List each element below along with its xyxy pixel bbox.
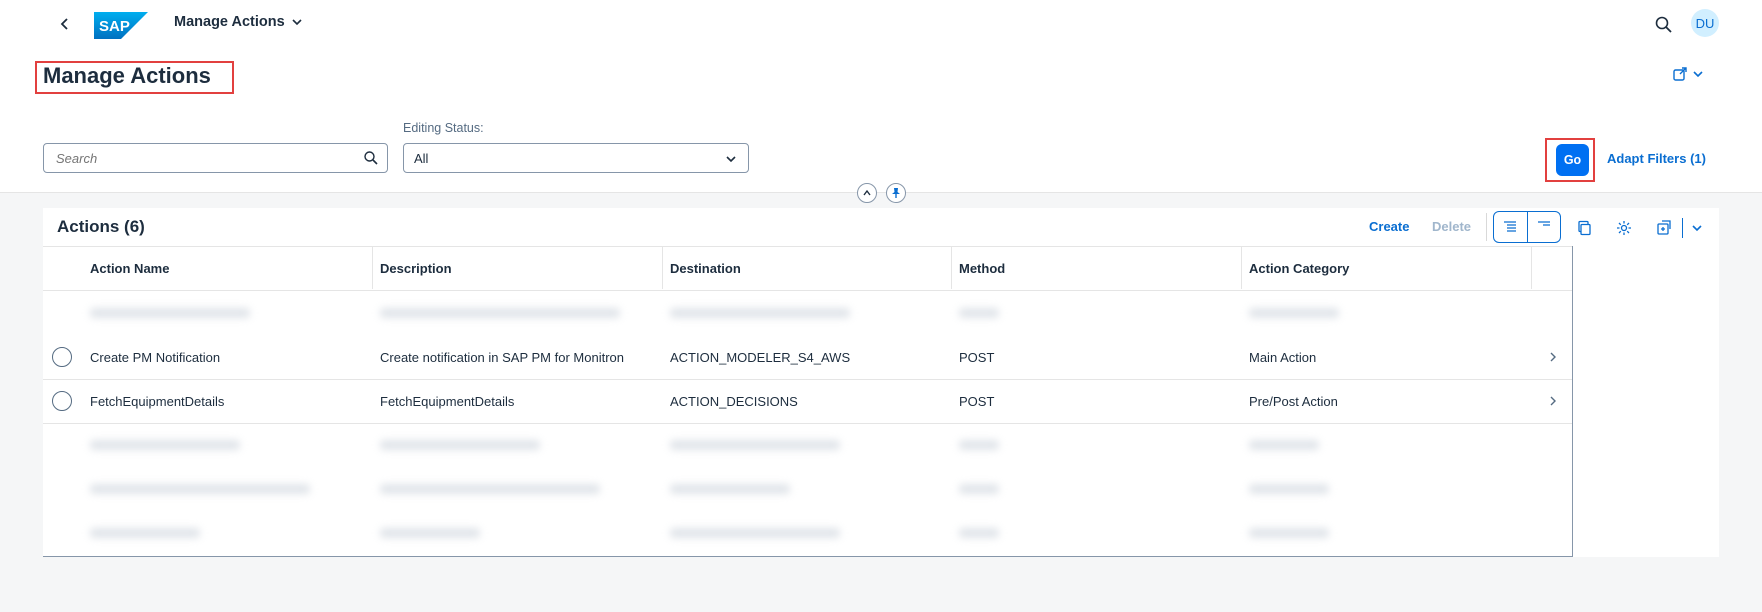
table-header: Action Name Description Destination Meth… <box>43 246 1573 291</box>
chevron-down-icon <box>292 19 302 26</box>
condensed-view-button[interactable] <box>1494 212 1527 242</box>
redacted-row <box>43 424 1593 468</box>
copy-icon <box>1578 220 1591 236</box>
table-border <box>43 556 1573 557</box>
cell-action-name: FetchEquipmentDetails <box>90 394 225 409</box>
toolbar-separator <box>1682 218 1683 238</box>
page-title: Manage Actions <box>43 63 211 88</box>
column-header-action-category[interactable]: Action Category <box>1249 261 1349 276</box>
go-button[interactable]: Go <box>1556 144 1589 176</box>
cell-category: Main Action <box>1249 350 1317 365</box>
view-toggle[interactable] <box>1493 211 1561 243</box>
search-input[interactable] <box>43 143 388 173</box>
redacted-row <box>43 292 1593 336</box>
cell-destination: ACTION_DECISIONS <box>670 394 798 409</box>
compact-view-button[interactable] <box>1526 212 1561 242</box>
table-title: Actions (6) <box>57 217 145 236</box>
column-header-method[interactable]: Method <box>959 261 1005 276</box>
copy-button[interactable] <box>1574 218 1594 238</box>
chevron-down-icon <box>1692 225 1702 232</box>
collapse-header-button[interactable] <box>857 183 877 203</box>
cell-description: Create notification in SAP PM for Monitr… <box>380 350 624 365</box>
navigation-arrow-icon[interactable] <box>1547 395 1559 407</box>
cell-description: FetchEquipmentDetails <box>380 394 515 409</box>
avatar[interactable]: DU <box>1691 9 1719 37</box>
editing-status-label: Editing Status: <box>403 121 484 135</box>
toolbar-separator <box>1486 213 1487 241</box>
column-header-description[interactable]: Description <box>380 261 452 276</box>
sap-logo[interactable]: SAP <box>94 12 148 39</box>
export-button[interactable] <box>1654 218 1674 238</box>
cell-category: Pre/Post Action <box>1249 394 1338 409</box>
cell-action-name: Create PM Notification <box>90 350 221 365</box>
share-icon <box>1673 67 1687 81</box>
row-select-radio[interactable] <box>52 391 72 411</box>
column-header-action-name[interactable]: Action Name <box>90 261 169 276</box>
row-select-radio[interactable] <box>52 347 72 367</box>
editing-status-value: All <box>414 151 429 166</box>
app-title: Manage Actions <box>174 14 285 30</box>
column-header-destination[interactable]: Destination <box>670 261 741 276</box>
list-align-icon <box>1504 221 1517 232</box>
share-button[interactable] <box>1672 63 1712 85</box>
back-icon[interactable] <box>55 14 75 34</box>
column-divider <box>951 247 952 289</box>
cell-method: POST <box>959 394 995 409</box>
column-divider <box>1531 247 1532 289</box>
export-menu-button[interactable] <box>1687 218 1707 238</box>
create-button[interactable]: Create <box>1369 219 1409 234</box>
redacted-row <box>43 512 1593 556</box>
shell-bar: SAP Manage Actions DU <box>0 0 1762 48</box>
chevron-down-icon <box>1693 71 1703 78</box>
table-row[interactable]: Create PM Notification Create notificati… <box>43 336 1573 380</box>
export-icon <box>1657 220 1671 235</box>
gear-icon <box>1617 221 1631 235</box>
navigation-arrow-icon[interactable] <box>1547 351 1559 363</box>
column-divider <box>662 247 663 289</box>
settings-button[interactable] <box>1614 218 1634 238</box>
search-input-field[interactable] <box>54 149 348 167</box>
editing-status-select[interactable]: All <box>403 143 749 173</box>
cell-destination: ACTION_MODELER_S4_AWS <box>670 350 851 365</box>
list-right-icon <box>1537 221 1550 226</box>
redacted-row <box>43 468 1593 512</box>
pin-header-button[interactable] <box>886 183 906 203</box>
app-title-menu[interactable]: Manage Actions <box>174 14 303 30</box>
search-icon[interactable] <box>363 150 379 166</box>
pin-icon <box>892 188 900 198</box>
column-divider <box>372 247 373 289</box>
column-divider <box>1241 247 1242 289</box>
chevron-down-icon <box>726 156 736 163</box>
search-icon[interactable] <box>1653 14 1675 36</box>
delete-button[interactable]: Delete <box>1432 219 1471 234</box>
svg-text:SAP: SAP <box>99 18 130 35</box>
table-border <box>1572 246 1573 557</box>
chevron-up-icon <box>863 189 871 196</box>
table-row[interactable]: FetchEquipmentDetails FetchEquipmentDeta… <box>43 380 1573 424</box>
adapt-filters-button[interactable]: Adapt Filters (1) <box>1607 151 1706 166</box>
cell-method: POST <box>959 350 995 365</box>
